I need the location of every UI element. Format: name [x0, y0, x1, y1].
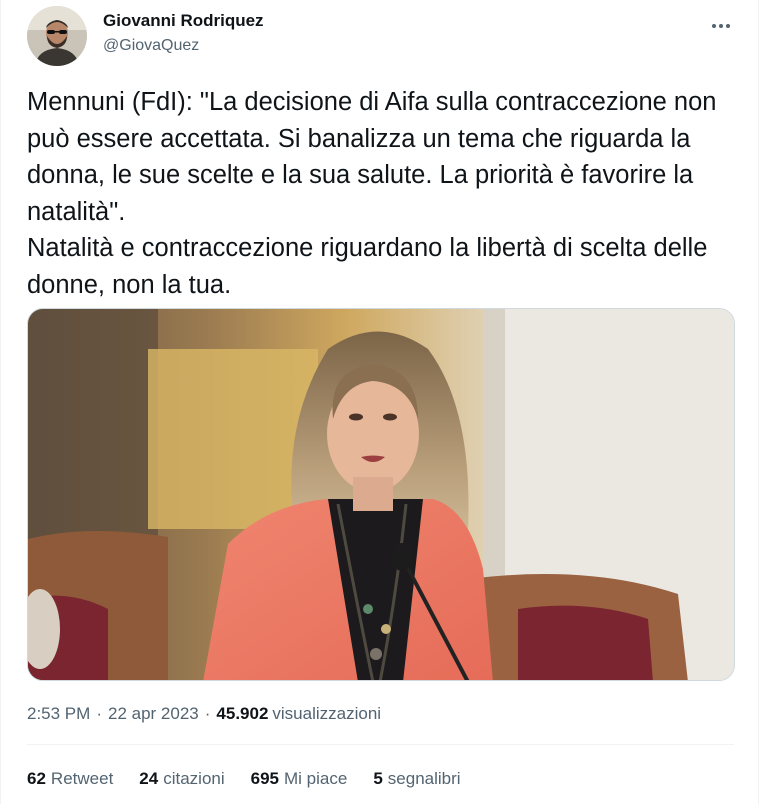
quotes-label: citazioni	[163, 769, 225, 788]
tweet-text: Mennuni (FdI): "La decisione di Aifa sul…	[27, 88, 717, 299]
quotes-stat[interactable]: 24 citazioni	[139, 768, 224, 790]
meta-separator-2: ·	[204, 704, 211, 723]
tweet-time[interactable]: 2:53 PM	[27, 703, 90, 725]
avatar[interactable]	[27, 6, 87, 66]
bookmarks-label: segnalibri	[387, 769, 461, 788]
retweets-stat[interactable]: 62 Retweet	[27, 768, 113, 790]
more-horizontal-icon[interactable]	[706, 14, 736, 38]
likes-stat[interactable]: 695 Mi piace	[251, 768, 348, 790]
likes-label: Mi piace	[284, 769, 348, 788]
retweets-count: 62	[27, 769, 46, 788]
views-count: 45.902	[216, 704, 269, 723]
tweet-meta: 2:53 PM · 22 apr 2023 · 45.902 visualizz…	[27, 703, 381, 725]
tweet-date[interactable]: 22 apr 2023	[108, 703, 199, 725]
likes-count: 695	[250, 769, 280, 788]
author-handle[interactable]: @GiovaQuez	[103, 35, 264, 57]
views-label: visualizzazioni	[272, 704, 382, 723]
meta-separator: ·	[96, 704, 102, 723]
author-name[interactable]: Giovanni Rodriquez	[103, 10, 264, 32]
tweet-header: Giovanni Rodriquez @GiovaQuez	[27, 4, 740, 68]
avatar-photo	[27, 6, 87, 66]
author-identity: Giovanni Rodriquez @GiovaQuez	[103, 10, 264, 57]
bookmarks-count: 5	[373, 769, 383, 788]
tweet-card: Giovanni Rodriquez @GiovaQuez Mennuni (F…	[0, 0, 759, 804]
bookmarks-stat[interactable]: 5 segnalibri	[373, 768, 460, 790]
engagement-stats: 62 Retweet 24 citazioni 695 Mi piace 5 s…	[27, 768, 487, 790]
divider	[27, 744, 734, 745]
quotes-count: 24	[139, 769, 159, 788]
retweets-label: Retweet	[50, 769, 114, 788]
tweet-media-photo[interactable]	[27, 308, 735, 681]
photo-image	[28, 309, 734, 680]
